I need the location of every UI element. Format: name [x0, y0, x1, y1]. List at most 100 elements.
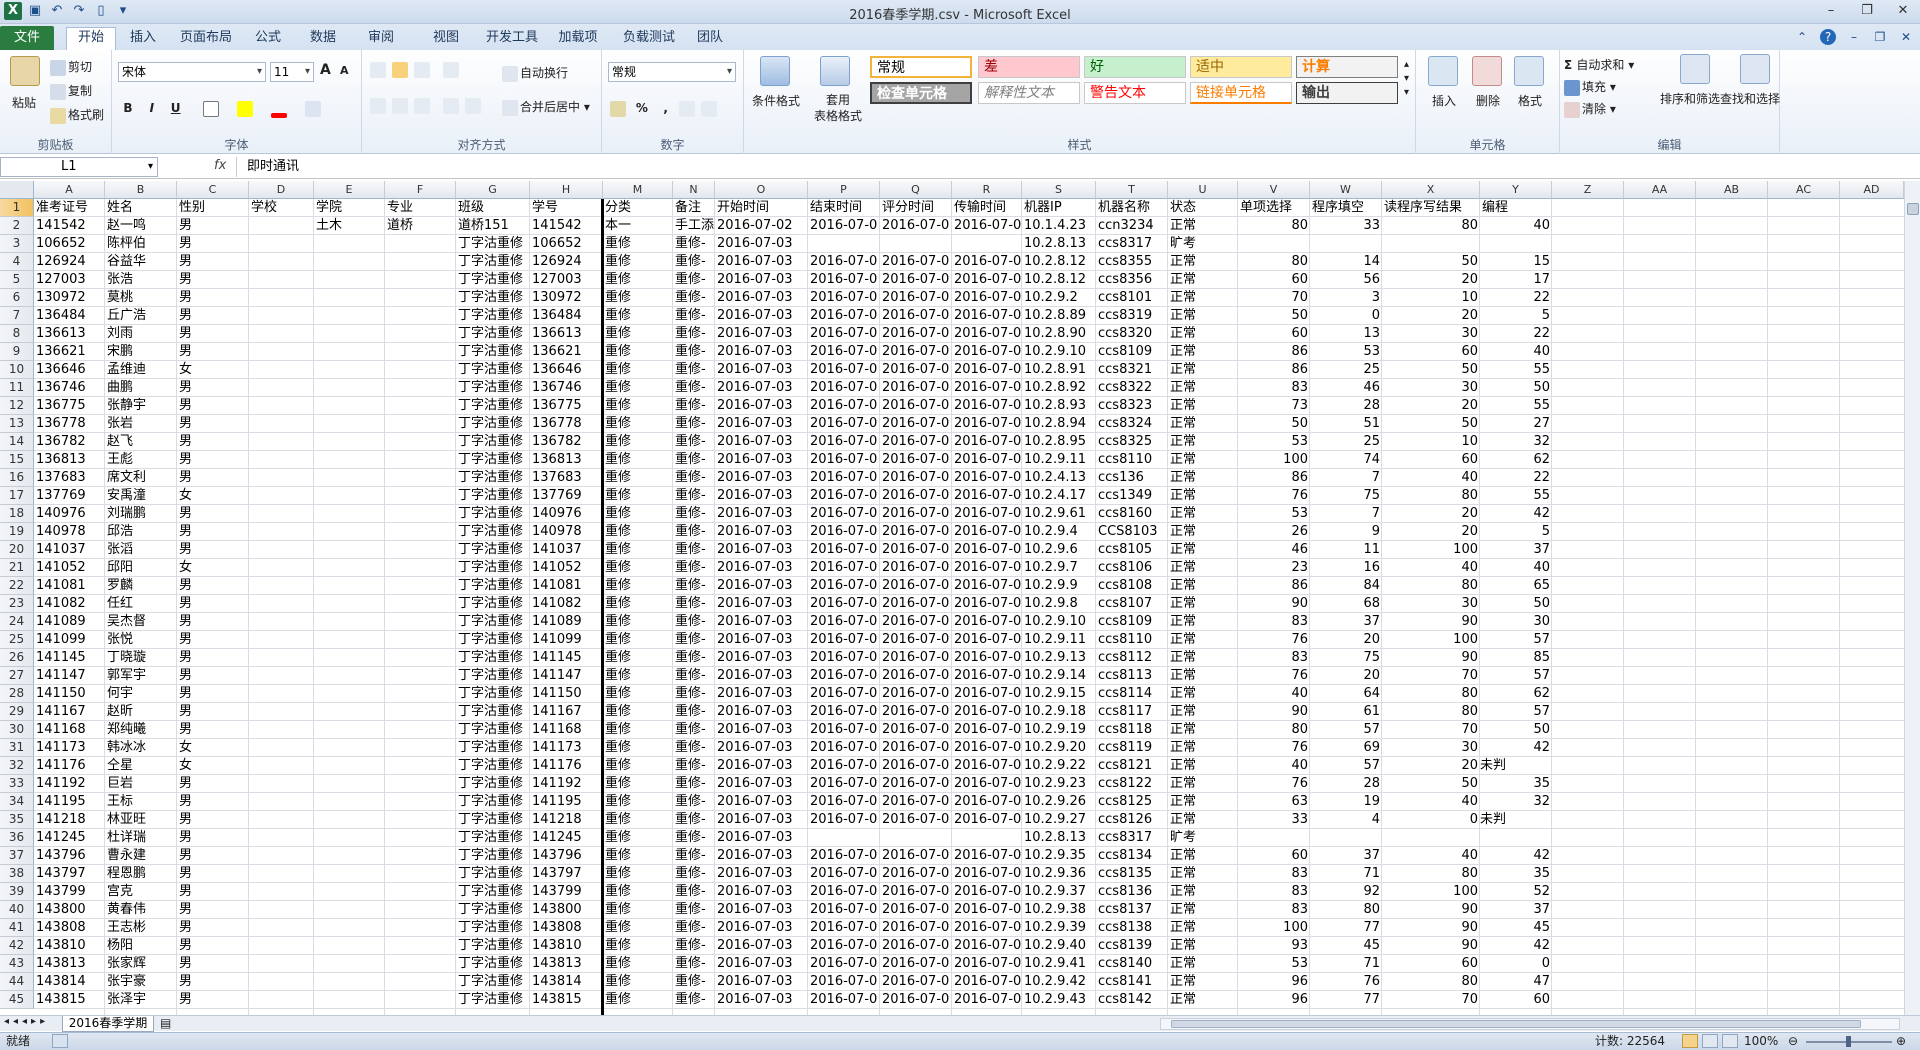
row-header-2[interactable]: 2: [0, 217, 34, 235]
cell[interactable]: [314, 883, 385, 901]
font-size-combo[interactable]: 11: [270, 62, 314, 82]
cell[interactable]: 2016-07-0: [880, 307, 952, 325]
decrease-decimal-icon[interactable]: [701, 100, 718, 117]
cell[interactable]: 57: [1310, 721, 1382, 739]
cell-style-0[interactable]: 常规: [870, 56, 972, 78]
cell[interactable]: 47: [1480, 973, 1552, 991]
cell[interactable]: 2016-07-0: [952, 469, 1022, 487]
cell[interactable]: 重修-: [673, 901, 715, 919]
cell[interactable]: 巨岩: [105, 775, 177, 793]
cell[interactable]: 曲鹏: [105, 379, 177, 397]
cell[interactable]: 137769: [530, 487, 603, 505]
cell[interactable]: 50: [1480, 379, 1552, 397]
cell[interactable]: 10.2.9.18: [1022, 703, 1096, 721]
cell[interactable]: 10.2.9.7: [1022, 559, 1096, 577]
cell[interactable]: [385, 271, 456, 289]
cell[interactable]: 10.1.4.23: [1022, 217, 1096, 235]
cell[interactable]: ccs8108: [1096, 577, 1168, 595]
cell[interactable]: ccs8114: [1096, 685, 1168, 703]
cell[interactable]: 60: [1238, 271, 1310, 289]
cell[interactable]: 2016-07-03: [715, 595, 808, 613]
bold-button[interactable]: B: [118, 98, 138, 118]
cell[interactable]: [385, 901, 456, 919]
cell[interactable]: 2016-07-0: [952, 739, 1022, 757]
cell[interactable]: 100: [1382, 541, 1480, 559]
cell[interactable]: 45: [1480, 919, 1552, 937]
cell[interactable]: [314, 919, 385, 937]
cell[interactable]: 2016-07-0: [952, 865, 1022, 883]
cell[interactable]: 正常: [1168, 577, 1238, 595]
cell[interactable]: 80: [1382, 865, 1480, 883]
cell[interactable]: 2016-07-03: [715, 253, 808, 271]
cell[interactable]: 读程序写结果: [1382, 199, 1480, 217]
cell[interactable]: 10.2.9.23: [1022, 775, 1096, 793]
cell[interactable]: 136813: [530, 451, 603, 469]
cell[interactable]: 2016-07-0: [880, 865, 952, 883]
cell[interactable]: 143814: [34, 973, 105, 991]
cell[interactable]: 2016-07-03: [715, 361, 808, 379]
cell[interactable]: 90: [1382, 919, 1480, 937]
cell[interactable]: 2016-07-03: [715, 649, 808, 667]
vertical-scroll-thumb[interactable]: [1907, 203, 1919, 215]
cell[interactable]: 2016-07-0: [808, 919, 880, 937]
cell[interactable]: 141145: [530, 649, 603, 667]
row-header-13[interactable]: 13: [0, 415, 34, 433]
cell[interactable]: 19: [1310, 793, 1382, 811]
cell[interactable]: 状态: [1168, 199, 1238, 217]
cell[interactable]: 2016-07-0: [880, 577, 952, 595]
cell[interactable]: 10.2.8.89: [1022, 307, 1096, 325]
cell[interactable]: 140978: [530, 523, 603, 541]
cell[interactable]: 2016-07-0: [880, 451, 952, 469]
cell[interactable]: ccs8106: [1096, 559, 1168, 577]
cell[interactable]: 丁字沽重修: [456, 739, 530, 757]
cell[interactable]: 重修: [603, 937, 673, 955]
cell[interactable]: 0: [1382, 811, 1480, 829]
cell[interactable]: [1238, 829, 1310, 847]
cell[interactable]: 28: [1310, 397, 1382, 415]
cell[interactable]: 2016-07-0: [880, 253, 952, 271]
cell[interactable]: 程序填空: [1310, 199, 1382, 217]
cell[interactable]: [314, 397, 385, 415]
sort-filter-button[interactable]: 排序和筛选: [1660, 90, 1720, 107]
grow-font-button[interactable]: A: [320, 62, 331, 78]
zoom-level[interactable]: 100%: [1744, 1033, 1778, 1050]
cell[interactable]: 重修-: [673, 703, 715, 721]
cell[interactable]: [249, 649, 314, 667]
cell[interactable]: 丁字沽重修: [456, 469, 530, 487]
column-header-AC[interactable]: AC: [1768, 181, 1840, 199]
cell[interactable]: 2016-07-0: [808, 541, 880, 559]
cell[interactable]: 17: [1480, 271, 1552, 289]
cell[interactable]: [314, 577, 385, 595]
cell[interactable]: 60: [1480, 991, 1552, 1009]
cell[interactable]: 143808: [34, 919, 105, 937]
cell[interactable]: 性别: [177, 199, 249, 217]
cell[interactable]: [249, 235, 314, 253]
cell[interactable]: 重修: [603, 505, 673, 523]
tab-10[interactable]: 负载测试: [616, 28, 682, 50]
row-header-17[interactable]: 17: [0, 487, 34, 505]
cell[interactable]: 77: [1310, 919, 1382, 937]
row-header-42[interactable]: 42: [0, 937, 34, 955]
cell[interactable]: 37: [1480, 541, 1552, 559]
cell[interactable]: 正常: [1168, 217, 1238, 235]
cell[interactable]: 女: [177, 739, 249, 757]
cell[interactable]: 2016-07-0: [952, 505, 1022, 523]
row-header-25[interactable]: 25: [0, 631, 34, 649]
cell-style-3[interactable]: 适中: [1190, 56, 1292, 78]
close-icon[interactable]: ✕: [1892, 2, 1914, 20]
cell[interactable]: 2016-07-03: [715, 613, 808, 631]
number-format-combo[interactable]: 常规: [608, 62, 736, 82]
cell[interactable]: 重修-: [673, 991, 715, 1009]
row-header-9[interactable]: 9: [0, 343, 34, 361]
tab-3[interactable]: 页面布局: [172, 28, 240, 50]
cell[interactable]: 70: [1238, 289, 1310, 307]
cell[interactable]: 2016-07-0: [808, 811, 880, 829]
cell[interactable]: 丁字沽重修: [456, 703, 530, 721]
cell[interactable]: 42: [1480, 847, 1552, 865]
cell[interactable]: 正常: [1168, 685, 1238, 703]
zoom-in-icon[interactable]: ⊕: [1896, 1033, 1906, 1050]
cell[interactable]: [249, 271, 314, 289]
cell[interactable]: 丁字沽重修: [456, 991, 530, 1009]
cell[interactable]: 2016-07-0: [952, 559, 1022, 577]
cell[interactable]: 2016-07-0: [808, 217, 880, 235]
